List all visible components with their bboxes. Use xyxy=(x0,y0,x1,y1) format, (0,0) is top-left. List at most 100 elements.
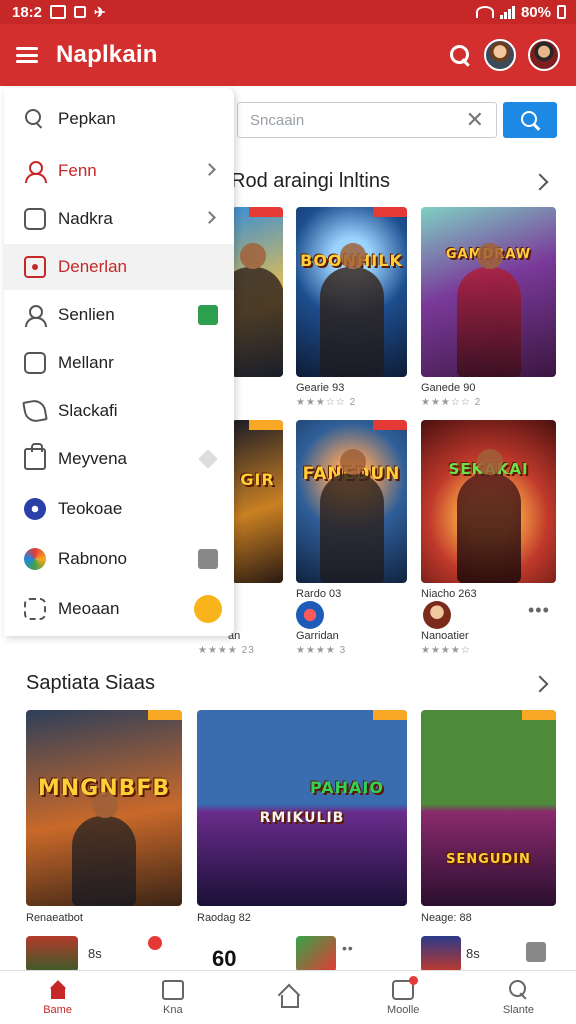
game-tile[interactable]: MNGNBFB xyxy=(26,710,182,906)
app-logo-icon xyxy=(24,498,46,520)
game-title: Rardo 03 xyxy=(296,588,342,600)
nav-label: Moolle xyxy=(387,1003,420,1016)
nav-label: Kna xyxy=(163,1003,183,1016)
game-thumbnail[interactable] xyxy=(421,936,461,972)
game-title: Niacho 263 xyxy=(421,588,477,600)
game-thumbnail[interactable] xyxy=(26,936,78,972)
drawer-item-label: Slackafi xyxy=(58,401,118,420)
notification-icon xyxy=(50,5,67,19)
drawer-item[interactable]: Fenn xyxy=(4,148,234,194)
game-tile[interactable]: GIR xyxy=(232,420,283,583)
game-rating: ★★★★ 23 xyxy=(198,645,255,656)
coin-icon xyxy=(194,595,222,623)
drawer-item[interactable]: Pepkan xyxy=(4,96,234,142)
notification-badge xyxy=(148,936,162,950)
user-icon xyxy=(24,304,47,327)
game-art-title: RMIKULIB xyxy=(259,810,345,826)
game-tile[interactable]: BOONHILK xyxy=(296,207,407,377)
game-art-title: SENGUDIN xyxy=(446,852,531,867)
game-title: Ganede 90 xyxy=(421,382,476,394)
publisher-avatar[interactable] xyxy=(423,601,451,629)
house-icon xyxy=(277,986,299,1008)
nav-library[interactable] xyxy=(230,971,345,1024)
navigation-drawer: Pepkan Fenn Nadkra Denerlan Senlien Mell… xyxy=(4,88,234,636)
game-title: Raodag 82 xyxy=(197,912,251,924)
drawer-item[interactable]: Meyvena xyxy=(4,436,234,482)
arrow-up-icon xyxy=(198,449,218,469)
game-title: Neage: 88 xyxy=(421,912,472,924)
nav-arrow-icon: ✈ xyxy=(94,3,106,20)
nav-label: Slante xyxy=(502,1003,535,1016)
card-icon xyxy=(161,979,184,1000)
drawer-item-label: Mellanr xyxy=(58,353,114,372)
app-screen: 18:2 ✈ 80% Naplkain Sncaain ✕ Rod araing… xyxy=(0,0,576,1024)
game-title: Garridan xyxy=(296,630,339,642)
search-placeholder: Sncaain xyxy=(250,111,305,129)
game-tile[interactable]: FANEDUN xyxy=(296,420,407,583)
status-bar: 18:2 ✈ 80% xyxy=(0,0,576,24)
drawer-item[interactable]: Denerlan xyxy=(4,244,234,290)
leaf-icon xyxy=(22,398,48,424)
chevron-right-icon xyxy=(203,211,216,224)
game-rating: ★★★★ 3 xyxy=(296,645,347,656)
app-badge-icon xyxy=(198,305,218,325)
more-options-icon[interactable]: •• xyxy=(342,940,354,956)
game-tile[interactable]: SEKAKAI xyxy=(421,420,556,583)
box-icon xyxy=(24,256,46,278)
drawer-item[interactable]: Slackafi xyxy=(4,388,234,434)
drawer-item-label: Teokoae xyxy=(58,499,123,518)
game-art-title: GIR xyxy=(240,470,275,489)
window-icon xyxy=(198,549,218,569)
avatar-secondary[interactable] xyxy=(528,39,560,71)
strip-label: 8s xyxy=(88,946,102,961)
flash-icon[interactable] xyxy=(526,942,546,962)
drawer-item-label: Nadkra xyxy=(58,209,113,228)
drawer-item[interactable]: Mellanr xyxy=(4,340,234,386)
hamburger-menu-icon[interactable] xyxy=(16,47,38,63)
battery-icon xyxy=(557,5,566,19)
chevron-right-icon[interactable] xyxy=(531,675,549,693)
search-icon[interactable] xyxy=(448,43,472,67)
search-button[interactable] xyxy=(503,102,557,138)
drawer-item[interactable]: Rabnono xyxy=(4,536,234,582)
nav-search[interactable]: Slante xyxy=(461,971,576,1024)
section-title: Rod araingi lnltins xyxy=(231,170,390,192)
person-icon xyxy=(24,160,47,183)
game-tile[interactable]: SENGUDIN xyxy=(421,710,556,906)
publisher-avatar[interactable] xyxy=(296,601,324,629)
drawer-item[interactable]: Senlien xyxy=(4,292,234,338)
drawer-item-label: Fenn xyxy=(58,161,97,180)
drawer-item-label: Senlien xyxy=(58,305,115,324)
nav-cards[interactable]: Kna xyxy=(115,971,230,1024)
game-tile[interactable]: GAMDRAW xyxy=(421,207,556,377)
drawer-item-label: Denerlan xyxy=(58,257,127,276)
game-tile[interactable]: PAHAIO RMIKULIB xyxy=(197,710,407,906)
game-title: Gearie 93 xyxy=(296,382,345,394)
drawer-item-label: Pepkan xyxy=(58,109,116,128)
nav-messages[interactable]: Moolle xyxy=(346,971,461,1024)
nav-label: Bame xyxy=(43,1003,72,1016)
game-tile[interactable] xyxy=(232,207,283,377)
home-icon xyxy=(47,980,69,1000)
search-icon xyxy=(24,108,46,130)
window-icon xyxy=(24,352,46,374)
section-title: Saptiata Siaas xyxy=(26,672,155,694)
search-input[interactable]: Sncaain ✕ xyxy=(237,102,497,138)
drawer-item[interactable]: Nadkra xyxy=(4,196,234,242)
nav-home[interactable]: Bame xyxy=(0,971,115,1024)
drawer-item-label: Meyvena xyxy=(58,449,127,468)
drawer-item-label: Meoaan xyxy=(58,599,120,618)
clear-icon[interactable]: ✕ xyxy=(466,109,484,131)
app-title: Naplkain xyxy=(56,41,158,68)
badge-icon xyxy=(24,208,46,230)
drawer-item-label: Rabnono xyxy=(58,549,128,568)
chevron-right-icon[interactable] xyxy=(531,173,549,191)
more-options-icon[interactable]: ••• xyxy=(528,600,550,621)
drawer-item[interactable]: Teokoae xyxy=(4,486,234,532)
drawer-item[interactable]: Meoaan xyxy=(4,586,234,632)
bag-icon xyxy=(24,443,46,470)
game-thumbnail[interactable] xyxy=(296,936,336,972)
status-time: 18:2 xyxy=(12,3,43,21)
message-icon xyxy=(74,6,87,18)
avatar[interactable] xyxy=(484,39,516,71)
